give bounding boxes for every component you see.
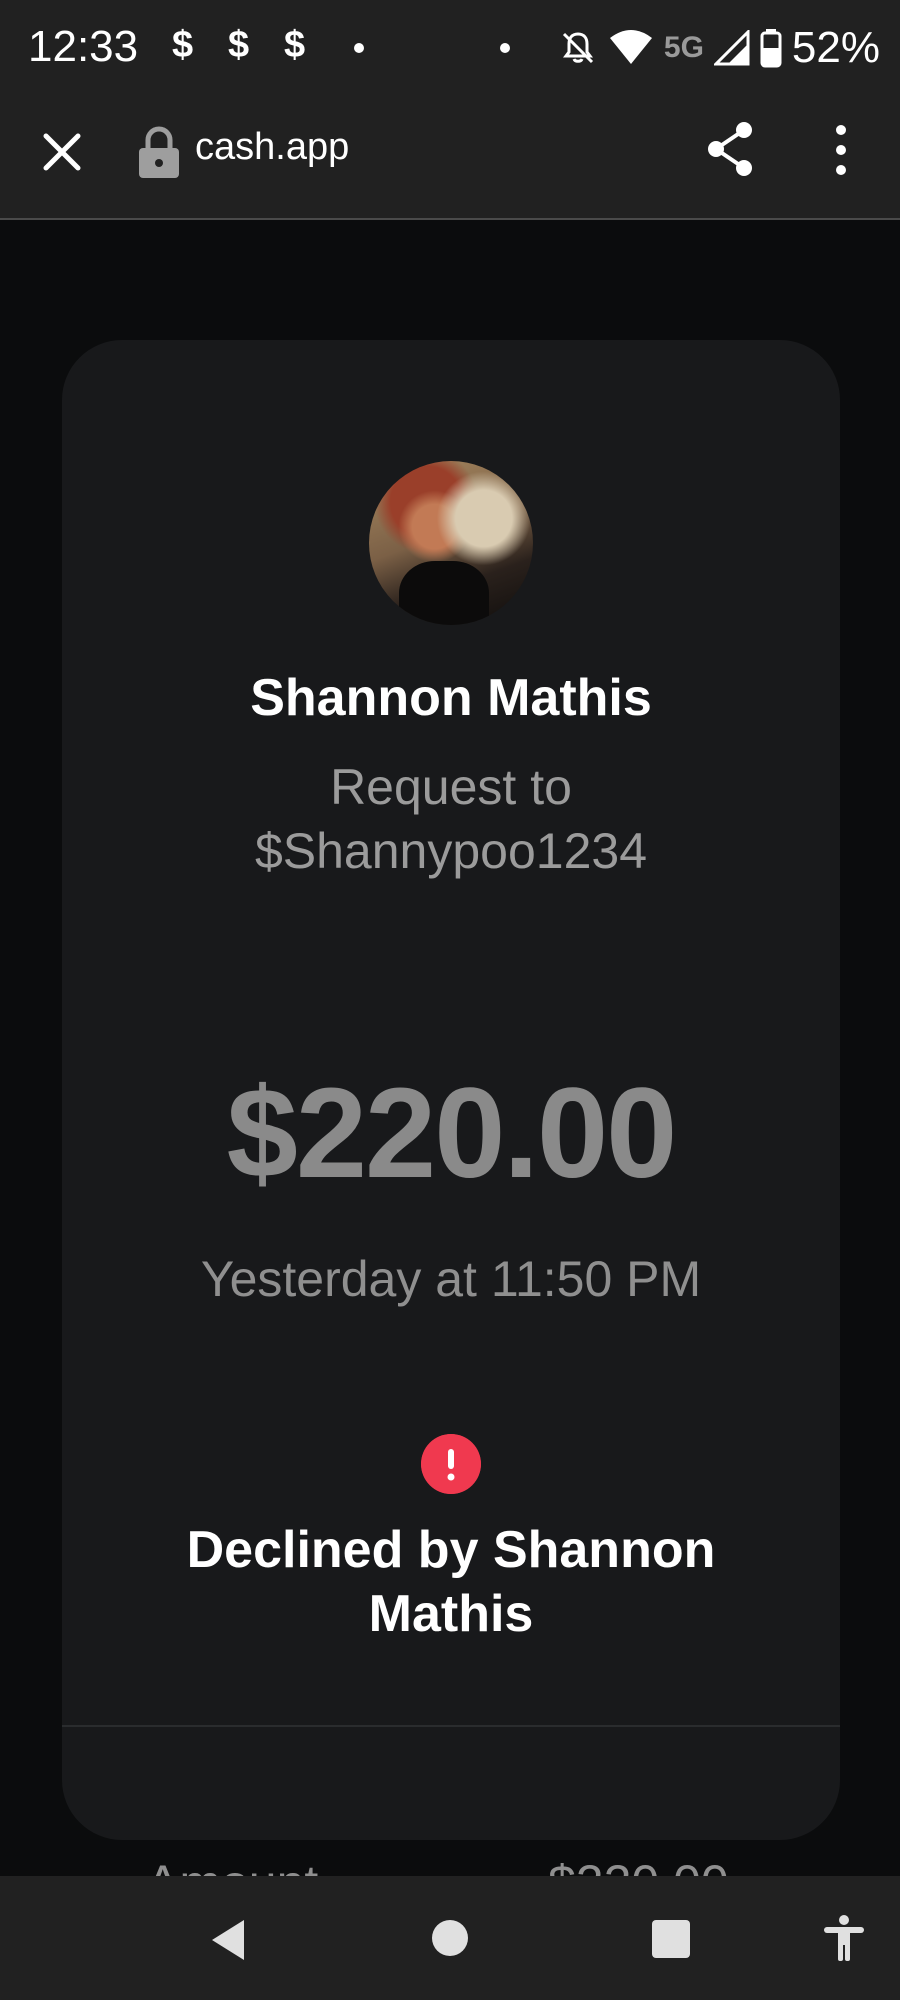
recipient-name: Shannon Mathis [250, 669, 652, 727]
avatar-photo-detail [399, 561, 489, 625]
request-timestamp: Yesterday at 11:50 PM [200, 1251, 702, 1307]
cash-app-notification-icon: $ [228, 24, 250, 66]
network-type: 5G [663, 31, 704, 64]
status-time: 12:33 [28, 22, 139, 71]
alert-icon [421, 1434, 481, 1494]
lock-icon[interactable] [136, 126, 182, 180]
battery-icon [760, 29, 782, 68]
url-text[interactable]: cash.app [195, 126, 349, 169]
close-icon[interactable] [38, 128, 86, 176]
declined-status: Declined by Shannon [186, 1521, 716, 1579]
cash-app-notification-icon: $ [284, 24, 306, 66]
battery-percent: 52% [791, 23, 880, 72]
request-subtitle: Request to [330, 759, 572, 815]
request-amount: $220.00 [226, 1062, 678, 1205]
more-options-icon[interactable] [830, 122, 852, 178]
cashtag: $Shannypoo1234 [254, 823, 648, 879]
divider [62, 1725, 840, 1727]
more-notifications-dot-icon [354, 43, 364, 53]
share-icon[interactable] [704, 120, 756, 178]
avatar [369, 461, 533, 625]
recent-apps-icon[interactable] [652, 1920, 690, 1958]
cash-app-notification-icon: $ [172, 24, 194, 66]
declined-status-name: Mathis [368, 1585, 534, 1643]
status-icons: 5G 52% [558, 18, 880, 78]
wifi-icon [609, 30, 652, 64]
status-dot-icon [500, 43, 510, 53]
browser-toolbar: cash.app [0, 100, 900, 220]
signal-icon [713, 30, 750, 66]
accessibility-icon[interactable] [822, 1914, 866, 1962]
notification-icons: $ $ $ [172, 24, 340, 67]
back-icon[interactable] [208, 1918, 248, 1962]
bell-off-icon [562, 32, 593, 64]
home-icon[interactable] [432, 1920, 468, 1956]
status-bar: 12:33 $ $ $ 5G 52% [0, 0, 900, 100]
